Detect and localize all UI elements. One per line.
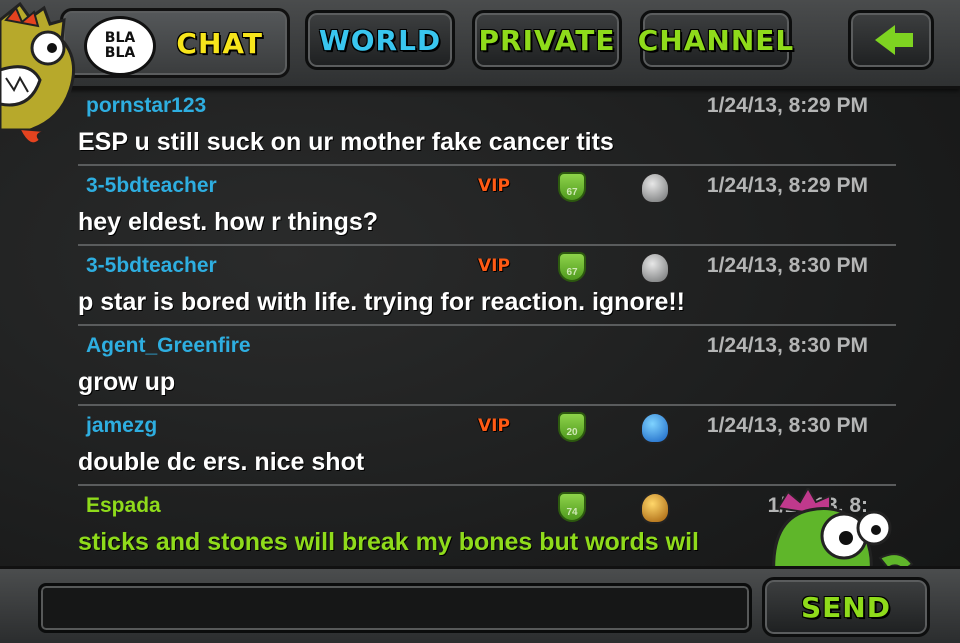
send-button[interactable]: SEND (762, 577, 930, 637)
back-button[interactable] (848, 10, 934, 70)
level-number: 67 (566, 187, 578, 198)
tab-channel-label: CHANNEL (637, 23, 795, 57)
message-timestamp: 1/24/13, 8:30 PM (706, 254, 868, 277)
tab-private-label: PRIVATE (478, 23, 616, 57)
chat-input[interactable] (38, 583, 752, 633)
message-username[interactable]: 3-5bdteacher (86, 174, 217, 198)
speech-bubble: BLA BLA (84, 16, 156, 76)
level-number: 74 (566, 507, 578, 518)
message-text: grow up (78, 368, 176, 396)
bottom-bar: SEND (0, 566, 960, 643)
message-username[interactable]: pornstar123 (86, 94, 206, 118)
tab-world[interactable]: WORLD (305, 10, 455, 70)
message-username[interactable]: Espada (86, 494, 161, 518)
message-text: p star is bored with life. trying for re… (78, 288, 686, 316)
message-text: double dc ers. nice shot (78, 448, 365, 476)
chat-message: Agent_Greenfire 1/24/13, 8:30 PM grow up (78, 326, 896, 406)
level-shield-icon: 67 (558, 172, 586, 202)
silver-rank-icon (640, 172, 670, 204)
silver-rank-icon (640, 252, 670, 284)
message-text: ESP u still suck on ur mother fake cance… (78, 128, 614, 156)
message-timestamp: 1/24/13, 8:29 PM (706, 174, 868, 197)
level-number: 67 (566, 267, 578, 278)
chat-message: pornstar123 1/24/13, 8:29 PM ESP u still… (78, 86, 896, 166)
blue-rank-icon (640, 412, 670, 444)
level-shield-icon: 20 (558, 412, 586, 442)
level-shield-icon: 67 (558, 252, 586, 282)
vip-badge: VIP (478, 176, 510, 196)
tab-channel[interactable]: CHANNEL (637, 10, 795, 70)
send-button-label: SEND (801, 590, 891, 624)
vip-badge: VIP (478, 416, 510, 436)
chat-message: 3-5bdteacher VIP 67 1/24/13, 8:30 PM p s… (78, 246, 896, 326)
tab-chat-label: CHAT (176, 26, 263, 60)
message-timestamp: 1/24/13, 8:30 PM (706, 334, 868, 357)
level-shield-icon: 74 (558, 492, 586, 522)
vip-badge: VIP (478, 256, 510, 276)
message-text: hey eldest. how r things? (78, 208, 379, 236)
chat-message: jamezg VIP 20 1/24/13, 8:30 PM double dc… (78, 406, 896, 486)
message-username[interactable]: 3-5bdteacher (86, 254, 217, 278)
level-number: 20 (566, 427, 578, 438)
back-arrow-icon (875, 25, 913, 55)
tab-private[interactable]: PRIVATE (472, 10, 622, 70)
message-timestamp: 1/24/13, 8:30 PM (706, 414, 868, 437)
bubble-text-1: BLA (104, 30, 136, 46)
gold-rank-icon (640, 492, 670, 524)
tab-world-label: WORLD (318, 23, 442, 57)
mascot-green-monster-icon (772, 488, 914, 578)
chat-message: 3-5bdteacher VIP 67 1/24/13, 8:29 PM hey… (78, 166, 896, 246)
message-timestamp: 1/24/13, 8:29 PM (706, 94, 868, 117)
message-text: sticks and stones will break my bones bu… (78, 528, 699, 556)
message-username[interactable]: jamezg (86, 414, 157, 438)
bubble-text-2: BLA (104, 45, 136, 61)
message-username[interactable]: Agent_Greenfire (86, 334, 251, 358)
